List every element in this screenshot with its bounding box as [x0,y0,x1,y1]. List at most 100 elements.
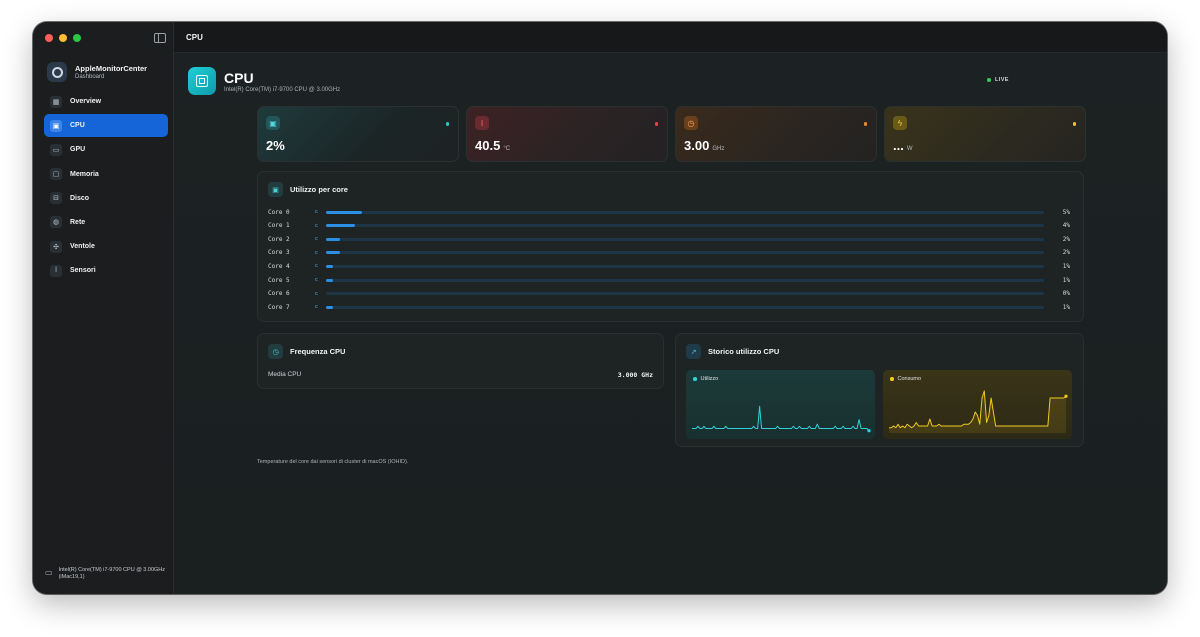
minimize-window-button[interactable] [59,34,67,42]
chip-icon: ▣ [50,119,62,132]
power-value: ... [893,138,904,153]
core-progress-track [326,251,1044,255]
clock-icon: ◷ [684,116,698,130]
chip-icon: ▣ [266,116,280,130]
frequency-value: 3.00 [684,138,710,153]
core-marker: c [315,236,318,243]
core-row: Core 4 c 1% [268,261,1076,271]
core-row: Core 1 c 4% [268,221,1076,231]
status-dot [863,122,867,126]
disk-icon: ⊟ [50,192,62,205]
core-percent: 5% [1062,208,1070,216]
core-label: Core 5 [268,276,290,284]
temperature-unit: °C [503,146,511,152]
stat-card-frequency: ◷ 3.00 GHz [675,106,877,162]
thermometer-icon: ǀ [50,264,62,277]
sparkline-last-point [1064,394,1068,398]
main-content: CPU CPU Intel(R) Core(TM) i7-9700 CPU @ … [174,22,1167,594]
core-row: Core 3 c 2% [268,248,1076,258]
live-label: LIVE [995,77,1009,83]
sidebar-item-disco[interactable]: ⊟ Disco [44,187,168,210]
core-label: Core 0 [268,208,290,216]
bolt-icon: ϟ [893,116,907,130]
temperature-value: 40.5 [475,138,501,153]
app-logo-icon [47,62,67,82]
window-title: CPU [186,32,203,42]
core-marker: c [315,290,318,297]
stat-card-temperature: ǀ 40.5 °C [466,106,668,162]
close-window-button[interactable] [45,34,53,42]
core-progress-track [326,278,1044,282]
core-percent: 1% [1062,262,1070,270]
core-progress-fill [326,237,341,241]
core-progress-track [326,224,1044,228]
usage-legend-dot [693,377,697,381]
status-dot [654,122,658,126]
core-row: Core 6 c 0% [268,289,1076,299]
core-label: Core 4 [268,262,290,270]
core-label: Core 6 [268,290,290,298]
frequency-title: Frequenza CPU [290,347,346,356]
zoom-window-button[interactable] [73,34,81,42]
sidebar-item-label: Memoria [70,170,99,178]
app-subtitle: Dashboard [75,74,105,80]
sidebar-item-rete[interactable]: ◍ Rete [44,211,168,234]
page-subtitle: Intel(R) Core(TM) i7-9700 CPU @ 3.00GHz [224,86,341,93]
core-progress-track [326,210,1044,214]
machine-info-text: Intel(R) Core(TM) i7-9700 CPU @ 3.00GHz … [58,567,166,580]
sidebar-item-sensori[interactable]: ǀ Sensori [44,259,168,282]
core-row: Core 7 c 1% [268,302,1076,312]
average-frequency-value: 3.000 GHz [617,371,653,379]
core-progress-fill [326,224,355,228]
sparkline-area [889,391,1066,433]
history-panel: ↗ Storico utilizzo CPU Utilizzo Consumo [675,333,1084,447]
sidebar-nav: ▦ Overview ▣ CPU ▭ GPU ▢ Memoria ⊟ Disco ◍ Rete ✣ Ven… [44,90,168,284]
live-badge: LIVE [987,77,1009,83]
core-row: Core 2 c 2% [268,234,1076,244]
thermometer-icon: ǀ [475,116,489,130]
sidebar-item-label: Overview [70,98,102,105]
core-progress-fill [326,251,341,255]
core-label: Core 3 [268,249,290,257]
core-progress-track [326,292,1044,296]
core-percent: 0% [1062,290,1070,298]
sidebar-item-label: Disco [70,194,90,202]
core-percent: 1% [1062,303,1070,311]
core-percent: 2% [1062,249,1070,257]
chart-line-icon: ↗ [686,344,701,359]
footnote: Temperature del core dai sensori di clus… [257,459,409,465]
sidebar-item-cpu[interactable]: ▣ CPU [44,114,168,138]
sidebar-toggle-icon[interactable] [154,33,166,43]
core-marker: c [315,209,318,215]
app-name: AppleMonitorCenter [75,64,148,73]
core-percent: 4% [1062,222,1070,230]
sidebar-item-gpu[interactable]: ▭ GPU [44,138,168,161]
memory-icon: ▢ [50,168,62,181]
app-window: AppleMonitorCenter Dashboard ▦ Overview ▣ C… [33,22,1167,594]
sidebar-item-memoria[interactable]: ▢ Memoria [44,163,168,186]
core-percent: 2% [1062,235,1070,243]
titlebar: CPU [174,22,1167,53]
core-marker: c [315,304,318,311]
fan-icon: ✣ [50,240,62,253]
status-dot [1072,122,1076,126]
monitor-icon: ▭ [45,568,53,577]
history-title: Storico utilizzo CPU [708,347,780,356]
sidebar-item-label: Sensori [70,267,96,275]
page-header: CPU Intel(R) Core(TM) i7-9700 CPU @ 3.00… [188,67,340,95]
sparkline-last-point [867,429,871,433]
power-legend-label: Consumo [897,376,922,382]
sidebar-item-overview[interactable]: ▦ Overview [44,90,168,113]
usage-value: 2% [266,138,285,153]
core-usage-title: Utilizzo per core [290,185,348,194]
power-legend-dot [890,377,894,381]
grid-icon: ▦ [50,95,62,108]
status-dot [445,122,449,126]
live-dot-icon [987,78,991,82]
sidebar-item-label: Ventole [70,243,95,251]
core-progress-track [326,305,1044,309]
sidebar-item-label: CPU [70,122,85,130]
sidebar-item-ventole[interactable]: ✣ Ventole [44,235,168,258]
stat-card-power: ϟ ... W [884,106,1086,162]
core-label: Core 1 [268,222,290,230]
